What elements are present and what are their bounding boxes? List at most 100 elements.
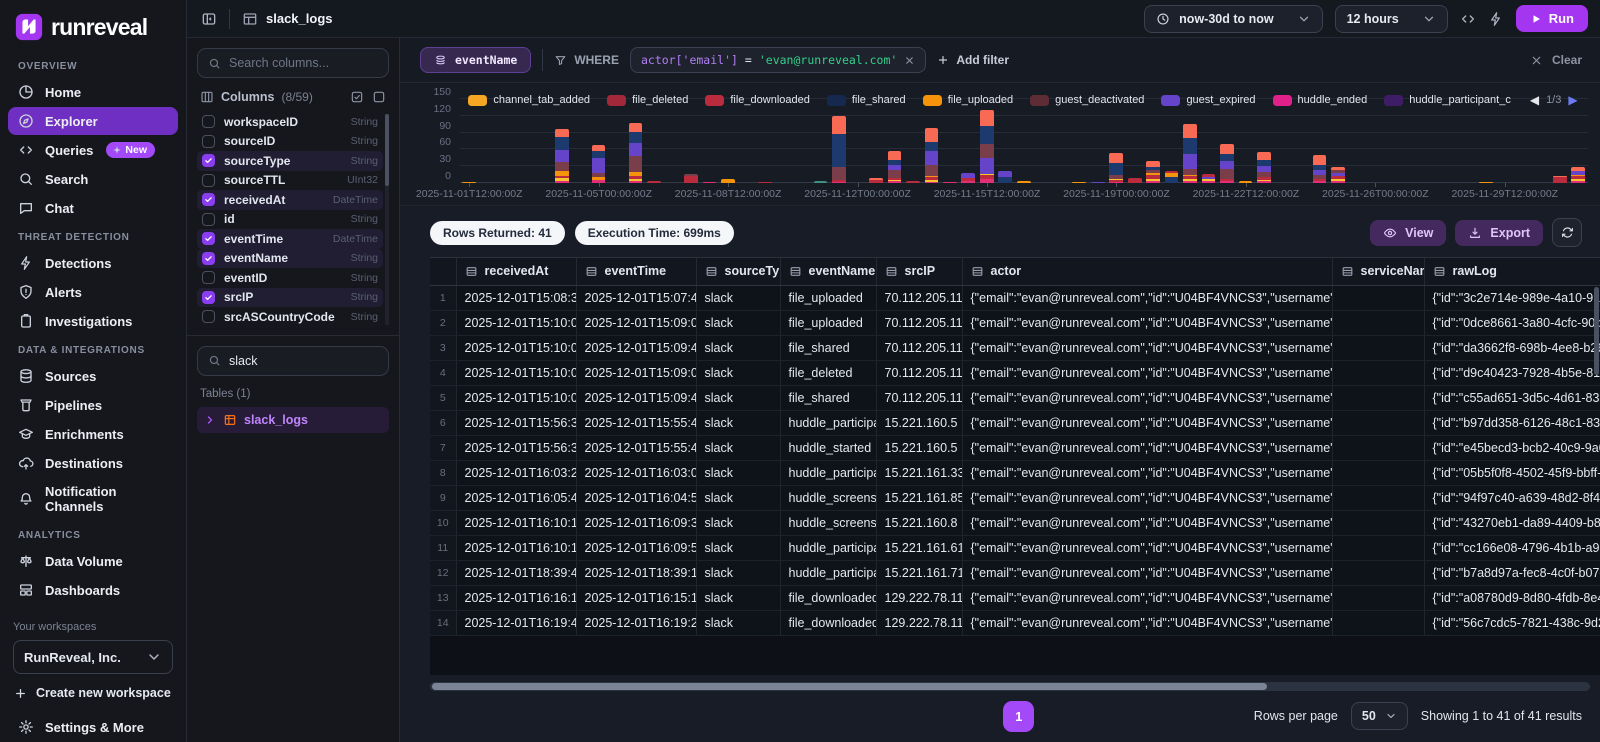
stacked-bar[interactable] bbox=[1109, 153, 1123, 183]
column-header-eventTime[interactable]: eventTime bbox=[576, 258, 696, 285]
view-button[interactable]: View bbox=[1370, 220, 1446, 246]
stacked-bar[interactable] bbox=[961, 173, 975, 183]
table-row[interactable]: 42025-12-01T15:10:09Z2025-12-01T15:09:06… bbox=[430, 360, 1600, 385]
column-toggle-sourceID[interactable]: sourceIDString bbox=[197, 132, 383, 152]
column-toggle-id[interactable]: idString bbox=[197, 210, 383, 230]
deselect-all-icon[interactable] bbox=[372, 90, 386, 104]
sidebar-item-home[interactable]: Home bbox=[8, 78, 178, 106]
table-row[interactable]: 102025-12-01T16:10:11Z2025-12-01T16:09:3… bbox=[430, 510, 1600, 535]
column-header-receivedAt[interactable]: receivedAt bbox=[456, 258, 576, 285]
legend-next-icon[interactable]: ▶ bbox=[1568, 93, 1577, 107]
column-header-eventName[interactable]: eventName bbox=[780, 258, 876, 285]
sidebar-item-notification-channels[interactable]: Notification Channels bbox=[8, 478, 178, 520]
sidebar-item-investigations[interactable]: Investigations bbox=[8, 307, 178, 335]
code-view-icon[interactable] bbox=[1460, 11, 1476, 27]
stacked-bar[interactable] bbox=[629, 123, 643, 183]
stacked-bar[interactable] bbox=[1146, 161, 1160, 183]
checkbox-unchecked-icon[interactable] bbox=[202, 135, 215, 148]
time-range-select[interactable]: now-30d to now bbox=[1144, 5, 1322, 33]
column-header-srcIP[interactable]: srcIP bbox=[876, 258, 962, 285]
tables-search[interactable] bbox=[197, 346, 389, 376]
stacked-bar[interactable] bbox=[1183, 124, 1197, 183]
sidebar-item-enrichments[interactable]: Enrichments bbox=[8, 420, 178, 448]
sidebar-item-detections[interactable]: Detections bbox=[8, 249, 178, 277]
toggle-panel-icon[interactable] bbox=[201, 11, 217, 27]
checkbox-checked-icon[interactable] bbox=[202, 291, 215, 304]
rows-per-page-select[interactable]: 50 bbox=[1351, 702, 1408, 730]
sidebar-item-search[interactable]: Search bbox=[8, 165, 178, 193]
add-filter-button[interactable]: Add filter bbox=[937, 53, 1009, 67]
select-all-icon[interactable] bbox=[350, 90, 364, 104]
checkbox-checked-icon[interactable] bbox=[202, 154, 215, 167]
column-toggle-eventID[interactable]: eventIDString bbox=[197, 268, 383, 288]
legend-item-channel_tab_added[interactable]: channel_tab_added bbox=[468, 94, 590, 106]
legend-item-guest_expired[interactable]: guest_expired bbox=[1161, 94, 1255, 106]
clear-filters-button[interactable]: Clear bbox=[1530, 53, 1582, 67]
legend-item-file_uploaded[interactable]: file_uploaded bbox=[923, 94, 1013, 106]
stacked-bar[interactable] bbox=[1220, 144, 1234, 183]
checkbox-unchecked-icon[interactable] bbox=[202, 213, 215, 226]
stacked-bar[interactable] bbox=[555, 129, 569, 183]
stacked-bar[interactable] bbox=[1202, 174, 1216, 184]
sidebar-item-queries[interactable]: QueriesNew bbox=[8, 136, 178, 164]
run-button[interactable]: Run bbox=[1516, 5, 1588, 32]
table-row[interactable]: 72025-12-01T15:56:35Z2025-12-01T15:55:45… bbox=[430, 435, 1600, 460]
tables-search-input[interactable] bbox=[229, 354, 378, 368]
checkbox-unchecked-icon[interactable] bbox=[202, 115, 215, 128]
columns-search[interactable] bbox=[197, 48, 389, 78]
workspace-selector[interactable]: RunReveal, Inc. bbox=[13, 640, 173, 674]
remove-filter-icon[interactable] bbox=[904, 55, 915, 66]
table-row[interactable]: 32025-12-01T15:10:09Z2025-12-01T15:09:48… bbox=[430, 335, 1600, 360]
checkbox-unchecked-icon[interactable] bbox=[202, 310, 215, 323]
table-row[interactable]: 62025-12-01T15:56:35Z2025-12-01T15:55:45… bbox=[430, 410, 1600, 435]
column-toggle-srcASCountryCode[interactable]: srcASCountryCodeString bbox=[197, 307, 383, 327]
stacked-bar[interactable] bbox=[925, 128, 939, 183]
column-toggle-receivedAt[interactable]: receivedAtDateTime bbox=[197, 190, 383, 210]
table-row[interactable]: 122025-12-01T18:39:48Z2025-12-01T18:39:1… bbox=[430, 560, 1600, 585]
table-vertical-scrollbar[interactable] bbox=[1594, 287, 1599, 671]
export-button[interactable]: Export bbox=[1455, 220, 1543, 246]
stacked-bar[interactable] bbox=[1331, 167, 1345, 183]
sidebar-item-explorer[interactable]: Explorer bbox=[8, 107, 178, 135]
sidebar-item-data-volume[interactable]: Data Volume bbox=[8, 547, 178, 575]
table-row[interactable]: 22025-12-01T15:10:09Z2025-12-01T15:09:05… bbox=[430, 310, 1600, 335]
column-toggle-srcIP[interactable]: srcIPString bbox=[197, 288, 383, 308]
column-header-sourceType[interactable]: sourceType bbox=[696, 258, 780, 285]
legend-item-huddle_ended[interactable]: huddle_ended bbox=[1273, 94, 1368, 106]
legend-item-file_downloaded[interactable]: file_downloaded bbox=[705, 94, 810, 106]
table-row[interactable]: 112025-12-01T16:10:11Z2025-12-01T16:09:5… bbox=[430, 535, 1600, 560]
column-toggle-eventTime[interactable]: eventTimeDateTime bbox=[197, 229, 383, 249]
checkbox-checked-icon[interactable] bbox=[202, 193, 215, 206]
legend-item-huddle_participant_c[interactable]: huddle_participant_c bbox=[1384, 94, 1511, 106]
table-row[interactable]: 142025-12-01T16:19:40Z2025-12-01T16:19:2… bbox=[430, 610, 1600, 635]
checkbox-unchecked-icon[interactable] bbox=[202, 174, 215, 187]
sidebar-item-alerts[interactable]: Alerts bbox=[8, 278, 178, 306]
settings-button[interactable]: Settings & More bbox=[8, 713, 178, 741]
create-workspace-button[interactable]: Create new workspace bbox=[13, 674, 173, 712]
stacked-bar[interactable] bbox=[1571, 167, 1585, 183]
column-toggle-eventName[interactable]: eventNameString bbox=[197, 249, 383, 269]
legend-prev-icon[interactable]: ◀ bbox=[1530, 93, 1539, 107]
column-header-rawLog[interactable]: rawLog bbox=[1424, 258, 1600, 285]
checkbox-unchecked-icon[interactable] bbox=[202, 271, 215, 284]
page-1-button[interactable]: 1 bbox=[1003, 701, 1034, 732]
table-row[interactable]: 52025-12-01T15:10:09Z2025-12-01T15:09:48… bbox=[430, 385, 1600, 410]
stacked-bar[interactable] bbox=[684, 174, 698, 183]
legend-item-file_shared[interactable]: file_shared bbox=[827, 94, 906, 106]
stacked-bar[interactable] bbox=[832, 116, 846, 183]
table-row[interactable]: 132025-12-01T16:16:19Z2025-12-01T16:15:1… bbox=[430, 585, 1600, 610]
sidebar-item-pipelines[interactable]: Pipelines bbox=[8, 391, 178, 419]
sidebar-item-destinations[interactable]: Destinations bbox=[8, 449, 178, 477]
column-toggle-workspaceID[interactable]: workspaceIDString bbox=[197, 112, 383, 132]
sidebar-item-dashboards[interactable]: Dashboards bbox=[8, 576, 178, 604]
interval-select[interactable]: 12 hours bbox=[1335, 5, 1448, 33]
stacked-bar[interactable] bbox=[1553, 176, 1567, 183]
table-row[interactable]: 12025-12-01T15:08:36Z2025-12-01T15:07:49… bbox=[430, 285, 1600, 310]
legend-item-guest_deactivated[interactable]: guest_deactivated bbox=[1030, 94, 1144, 106]
stacked-bar[interactable] bbox=[980, 110, 994, 183]
live-zap-icon[interactable] bbox=[1488, 11, 1504, 27]
column-header-actor[interactable]: actor bbox=[962, 258, 1332, 285]
table-horizontal-scrollbar[interactable] bbox=[430, 682, 1590, 691]
sidebar-item-sources[interactable]: Sources bbox=[8, 362, 178, 390]
column-toggle-sourceTTL[interactable]: sourceTTLUInt32 bbox=[197, 171, 383, 191]
